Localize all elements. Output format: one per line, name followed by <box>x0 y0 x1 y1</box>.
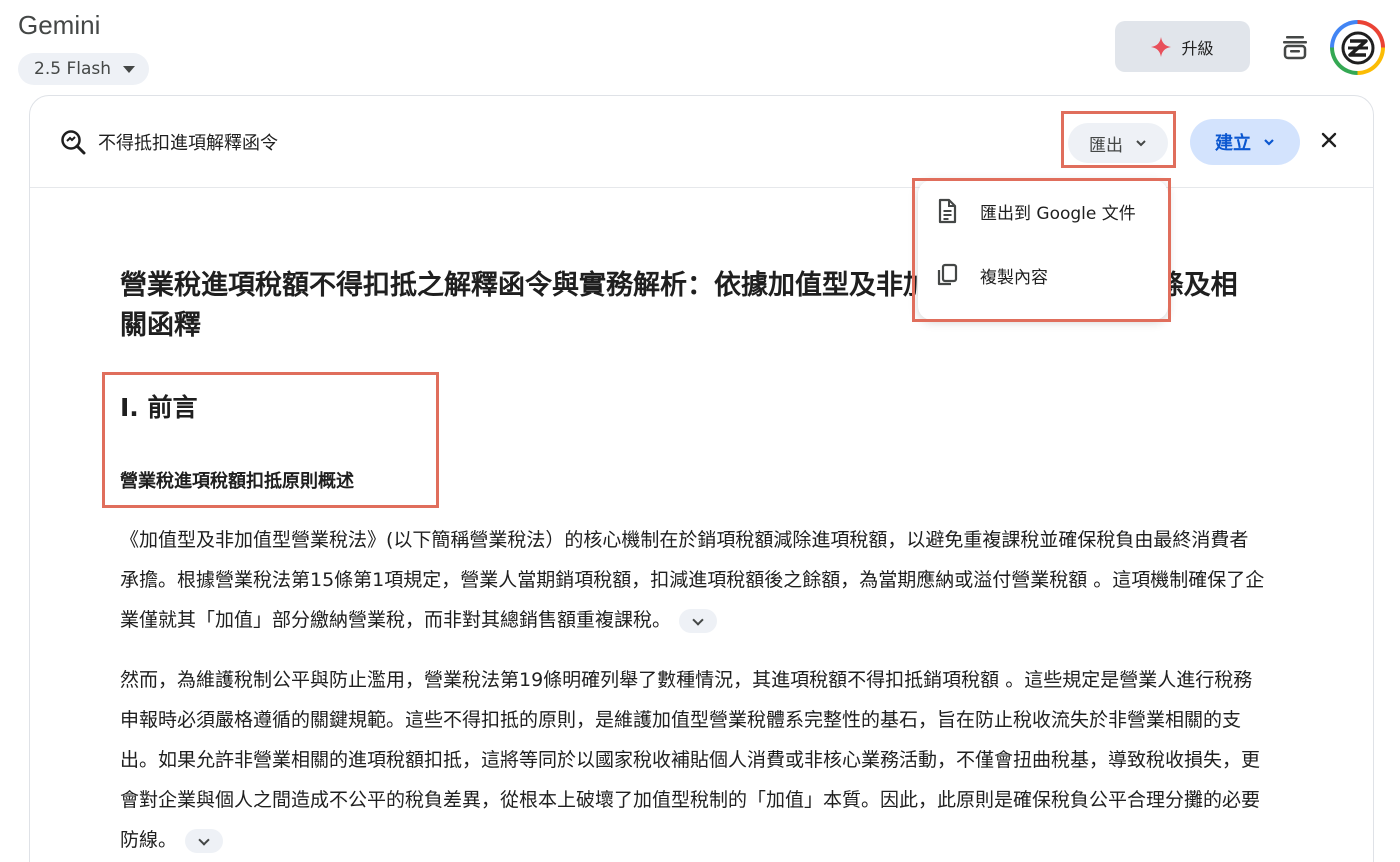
chevron-down-icon <box>1136 140 1146 147</box>
avatar[interactable] <box>1330 20 1385 75</box>
model-selector[interactable]: 2.5 Flash <box>18 53 149 85</box>
menu-item-export-google-docs[interactable]: 匯出到 Google 文件 <box>918 180 1168 242</box>
app-title: Gemini <box>18 10 101 40</box>
create-label: 建立 <box>1215 133 1251 154</box>
upgrade-label: 升級 <box>1181 38 1214 58</box>
canvas-doc-title: 不得抵扣進項解釋函令 <box>98 133 278 154</box>
canvas-header: 不得抵扣進項解釋函令 匯出 建立 <box>30 96 1373 188</box>
close-icon[interactable] <box>1318 129 1340 151</box>
export-button[interactable]: 匯出 <box>1068 123 1168 163</box>
citation-chevron-icon[interactable] <box>185 828 224 853</box>
caret-down-icon <box>123 65 135 73</box>
export-menu: 匯出到 Google 文件 複製內容 <box>918 180 1168 320</box>
chevron-down-icon <box>1264 139 1274 146</box>
copy-icon <box>937 263 958 286</box>
upgrade-button[interactable]: 升級 <box>1115 21 1250 72</box>
avatar-logo <box>1334 24 1381 71</box>
subheading: 營業稅進項稅額扣抵原則概述 <box>120 471 354 492</box>
profile-logo-icon <box>1341 31 1374 64</box>
paragraph-2: 然而，為維護稅制公平與防止濫用，營業稅法第19條明確列舉了數種情況，其進項稅額不… <box>120 660 1265 860</box>
document-icon <box>938 198 957 224</box>
paragraph-text: 然而，為維護稅制公平與防止濫用，營業稅法第19條明確列舉了數種情況，其進項稅額不… <box>120 669 1261 851</box>
history-stack-icon[interactable] <box>1280 32 1310 62</box>
research-doc-icon <box>61 130 86 155</box>
menu-item-label: 匯出到 Google 文件 <box>980 203 1136 224</box>
sparkle-icon <box>1151 36 1172 57</box>
menu-item-label: 複製內容 <box>980 267 1048 288</box>
export-label: 匯出 <box>1089 135 1123 156</box>
paragraph-1: 《加值型及非加值型營業稅法》(以下簡稱營業稅法）的核心機制在於銷項稅額減除進項稅… <box>120 520 1265 640</box>
model-label: 2.5 Flash <box>34 59 111 79</box>
section-heading: I. 前言 <box>120 393 198 422</box>
citation-chevron-icon[interactable] <box>679 608 718 633</box>
menu-item-copy-content[interactable]: 複製內容 <box>918 244 1168 306</box>
create-button[interactable]: 建立 <box>1190 119 1300 165</box>
